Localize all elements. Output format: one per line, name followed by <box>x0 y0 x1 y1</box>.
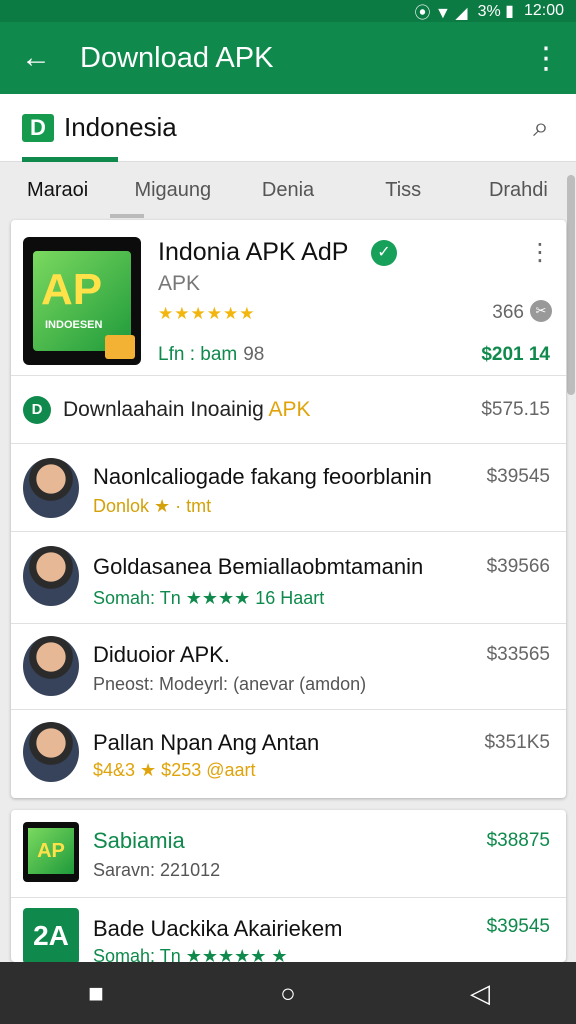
list-item-price: $39566 <box>486 556 550 577</box>
app-list-card: AP INDOESEN Indonia APK AdP ✓ APK ★★★★★★… <box>11 220 566 798</box>
list-item-price: $33565 <box>486 644 550 665</box>
status-icons: ⦿ ▼ ◢ <box>414 5 468 22</box>
list-item[interactable]: 2A Bade Uackika Akairiekem Somah: Tn ★★★… <box>11 898 566 962</box>
home-icon[interactable]: ○ <box>248 978 328 1009</box>
tab-migaung[interactable]: Migaung <box>115 179 230 202</box>
overflow-menu-icon[interactable]: ⋮ <box>516 41 576 76</box>
recent-apps-icon[interactable]: ■ <box>56 978 136 1009</box>
app-icon: AP INDOESEN <box>23 237 141 365</box>
back-icon[interactable]: ◁ <box>440 978 520 1009</box>
app-bar: ← Download APK ⋮ <box>0 22 576 94</box>
back-arrow-icon[interactable]: ← <box>0 41 72 75</box>
item-menu-icon[interactable]: ⋮ <box>528 238 552 267</box>
country-underline <box>22 157 118 162</box>
list-item-sub: Saravn: 221012 <box>93 860 221 880</box>
country-bar: D Indonesia ⌕ <box>0 94 576 162</box>
list-item-name: Naonlcaliogade fakang feoorblanin <box>93 464 432 489</box>
download-price: $575.15 <box>481 398 550 420</box>
featured-app-title: Indonia APK AdP <box>158 238 349 266</box>
app-icon: AP <box>23 822 79 882</box>
app-badge-icon <box>105 335 135 359</box>
list-item-sub: $4&3 ★ $253 @aart <box>93 760 256 780</box>
tab-maraoi[interactable]: Maraoi <box>0 179 115 202</box>
country-flag-icon: D <box>22 113 54 142</box>
download-icon: D <box>23 395 51 424</box>
app-icon: 2A <box>23 908 79 962</box>
list-item-sub: Pneost: Modeyrl: (anevar (amdon) <box>93 674 367 694</box>
app-list-card-2: AP Sabiamia Saravn: 221012 $38875 2A Bad… <box>11 810 566 962</box>
search-icon[interactable]: ⌕ <box>506 111 576 144</box>
featured-app-subtitle: APK <box>158 272 201 295</box>
list-item[interactable]: Diduoior APK. Pneost: Modeyrl: (anevar (… <box>11 624 566 710</box>
system-nav-bar: ■ ○ ◁ <box>0 962 576 1024</box>
tab-denia[interactable]: Denia <box>230 179 345 202</box>
featured-app[interactable]: AP INDOESEN Indonia APK AdP ✓ APK ★★★★★★… <box>11 220 566 376</box>
list-item-name: Pallan Npan Ang Antan <box>93 730 320 755</box>
status-bar: ⦿ ▼ ◢ 3% ▮ 12:00 <box>0 0 576 22</box>
avatar <box>23 722 79 782</box>
avatar <box>23 546 79 606</box>
list-item-price: $39545 <box>486 466 550 487</box>
app-icon-subtext: INDOESEN <box>45 319 103 331</box>
featured-app-meta: Lfn : bam 98 <box>158 344 264 366</box>
featured-app-price: $201 14 <box>481 344 550 365</box>
meta-number: 98 <box>243 344 265 365</box>
avatar <box>23 636 79 696</box>
list-item-name: Diduoior APK. <box>93 642 230 667</box>
share-icon[interactable]: ✂ <box>530 300 552 322</box>
app-icon-text: AP <box>28 828 74 874</box>
list-item[interactable]: Goldasanea Bemiallaobmtamanin Somah: Tn … <box>11 532 566 624</box>
page-title: Download APK <box>80 41 274 74</box>
download-row[interactable]: D Downlaahain Inoainig APK $575.15 <box>11 376 566 444</box>
list-item[interactable]: Pallan Npan Ang Antan $4&3 ★ $253 @aart … <box>11 710 566 798</box>
list-item-sub: Somah: Tn ★★★★★ ★ <box>93 946 288 962</box>
list-item-sub: Somah: Tn ★★★★ 16 Haart <box>93 588 325 608</box>
list-item-name: Goldasanea Bemiallaobmtamanin <box>93 554 424 579</box>
scrollbar[interactable] <box>567 175 575 395</box>
list-item-price: $38875 <box>486 830 550 851</box>
list-item-sub: Donlok ★ · tmt <box>93 496 212 516</box>
download-label: Downlaahain Inoainig APK <box>63 398 481 422</box>
download-label-text: Downlaahain Inoainig <box>63 397 264 421</box>
rating-stars: ★★★★★★ <box>158 304 256 323</box>
verified-check-icon: ✓ <box>371 240 397 266</box>
list-item[interactable]: AP Sabiamia Saravn: 221012 $38875 <box>11 810 566 898</box>
list-item-name: Sabiamia <box>93 828 185 853</box>
app-icon-text: AP <box>41 265 103 314</box>
list-item-name: Bade Uackika Akairiekem <box>93 916 343 941</box>
status-time: 12:00 <box>523 2 564 19</box>
download-label-accent: APK <box>268 397 311 421</box>
list-item-price: $351K5 <box>484 732 550 753</box>
list-item[interactable]: Naonlcaliogade fakang feoorblanin Donlok… <box>11 444 566 532</box>
country-selector[interactable]: Indonesia <box>64 112 506 143</box>
meta-label: Lfn : bam <box>158 344 238 365</box>
category-tabs: Maraoi Migaung Denia Tiss Drahdi <box>0 163 576 218</box>
tab-tiss[interactable]: Tiss <box>346 179 461 202</box>
list-item-price: $39545 <box>486 916 550 937</box>
tab-indicator <box>110 214 144 218</box>
tab-drahdi[interactable]: Drahdi <box>461 179 576 202</box>
rating-count: 366 <box>492 302 524 323</box>
battery-indicator: 3% ▮ <box>477 3 514 20</box>
avatar <box>23 458 79 518</box>
